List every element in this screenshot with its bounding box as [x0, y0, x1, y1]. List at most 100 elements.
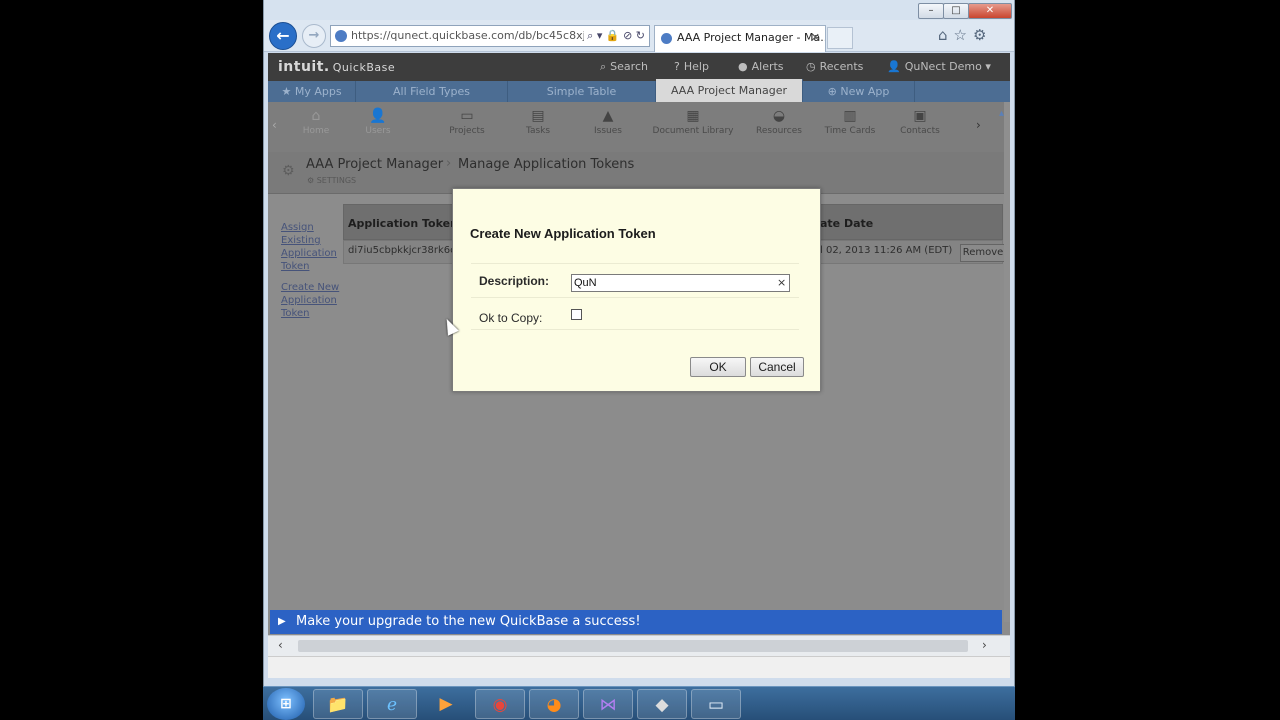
expand-triangle-icon: ▶	[278, 616, 286, 627]
divider	[471, 329, 799, 330]
page-title: Manage Application Tokens	[458, 157, 635, 172]
qb-logo[interactable]: intuit. QuickBase	[278, 59, 395, 75]
cancel-button[interactable]: Cancel	[750, 357, 804, 377]
tab-all-field-types[interactable]: All Field Types	[356, 81, 508, 102]
scroll-left-icon[interactable]: ‹	[278, 638, 283, 652]
home-icon[interactable]: ⌂	[938, 26, 954, 44]
search-icon: ⌕	[600, 60, 607, 73]
plus-circle-icon: ⊕	[827, 85, 837, 98]
back-button[interactable]: ←	[269, 22, 297, 50]
clipboard-icon: ▤	[531, 108, 545, 124]
ok-button[interactable]: OK	[690, 357, 746, 377]
ie-icon[interactable]: ℯ	[367, 689, 417, 719]
media-player-icon[interactable]: ▶	[421, 689, 471, 719]
address-actions[interactable]: ⌕ ▾ 🔒 ⊘ ↻	[584, 26, 645, 46]
address-url: https://qunect.quickbase.com/db/bc45c8xj…	[351, 29, 620, 42]
desktop: – □ ✕ ← → https://qunect.quickbase.com/d…	[0, 0, 1280, 720]
browser-titlebar: – □ ✕	[264, 0, 1014, 20]
tab-my-apps[interactable]: ★ My Apps	[268, 81, 356, 102]
search-icon[interactable]: ⌕	[587, 29, 593, 42]
minimize-button[interactable]: –	[918, 3, 944, 19]
user-icon: 👤	[887, 60, 901, 73]
firefox-icon[interactable]: ◕	[529, 689, 579, 719]
address-bar[interactable]: https://qunect.quickbase.com/db/bc45c8xj…	[330, 25, 650, 47]
tab-simple-table[interactable]: Simple Table	[508, 81, 656, 102]
chevron-right-icon[interactable]: ›	[976, 118, 981, 132]
breadcrumb-settings[interactable]: ⚙ SETTINGS	[307, 176, 356, 185]
star-icon[interactable]: ☆	[954, 26, 973, 44]
table-projects[interactable]: ▭ Projects	[444, 106, 490, 136]
header-date[interactable]: ate Date	[820, 217, 873, 230]
scroll-up-icon: ▴	[999, 108, 1005, 119]
visual-studio-icon[interactable]: ⋈	[583, 689, 633, 719]
table-document-library[interactable]: ▦ Document Library	[648, 106, 738, 136]
tab-aaa-project-manager[interactable]: AAA Project Manager	[656, 79, 803, 102]
app-tabs: ★ My Apps All Field Types Simple Table A…	[268, 79, 1010, 102]
table-tasks[interactable]: ▤ Tasks	[518, 106, 558, 136]
header-application-token[interactable]: Application Token	[348, 217, 458, 230]
maximize-button[interactable]: □	[943, 3, 969, 19]
tab-site-icon	[661, 33, 672, 44]
description-input[interactable]: QuN	[571, 274, 790, 292]
start-button[interactable]: ⊞	[267, 688, 305, 720]
create-token-dialog: Create New Application Token Description…	[452, 188, 821, 392]
new-tab-button[interactable]	[827, 27, 853, 49]
divider	[471, 297, 799, 298]
table-issues[interactable]: ▲ Issues	[588, 106, 628, 136]
clear-input-icon[interactable]: ×	[777, 276, 786, 289]
qb-header: intuit. QuickBase ⌕ Search ? Help ● Alerts ◷…	[268, 53, 1010, 81]
breadcrumb-app[interactable]: AAA Project Manager	[306, 157, 443, 172]
stop-icon[interactable]: ⊘	[623, 29, 632, 42]
table-contacts[interactable]: ▣ Contacts	[896, 106, 944, 136]
table-resources[interactable]: ◒ Resources	[754, 106, 804, 136]
chrome-icon[interactable]: ◉	[475, 689, 525, 719]
gear-icon[interactable]: ⚙	[973, 26, 992, 44]
close-button[interactable]: ✕	[968, 3, 1012, 19]
assign-token-link[interactable]: Assign Existing Application Token	[281, 221, 341, 273]
table-users[interactable]: 👤 Users	[358, 106, 398, 136]
remove-button[interactable]: Remove	[960, 244, 1006, 262]
scroll-thumb[interactable]	[298, 640, 968, 652]
browser-navbar: ← → https://qunect.quickbase.com/db/bc45…	[264, 20, 1014, 52]
alert-icon: ●	[738, 60, 748, 73]
help-icon: ?	[674, 60, 680, 73]
qb-alerts-link[interactable]: ● Alerts	[738, 60, 784, 73]
qb-search-link[interactable]: ⌕ Search	[600, 60, 648, 74]
token-value: di7iu5cbpkkjcr38rk6c	[348, 245, 456, 256]
horizontal-scrollbar[interactable]: ‹ ›	[268, 635, 1010, 656]
timecard-icon: ▥	[843, 108, 857, 124]
scroll-right-icon[interactable]: ›	[982, 638, 987, 652]
divider	[471, 263, 799, 264]
tab-close-icon[interactable]: ✕	[811, 26, 820, 50]
token-actions-nav: Assign Existing Application Token Create…	[281, 221, 341, 328]
home-icon: ⌂	[311, 108, 321, 124]
qb-help-link[interactable]: ? Help	[674, 60, 709, 73]
ok-to-copy-label: Ok to Copy:	[479, 311, 543, 325]
browser-statusbar	[268, 656, 1010, 678]
upgrade-banner[interactable]: ▶ Make your upgrade to the new QuickBase…	[270, 610, 1002, 634]
window-icon[interactable]: ▭	[691, 689, 741, 719]
breadcrumb-separator: ›	[446, 156, 452, 171]
resource-icon: ◒	[772, 108, 786, 124]
qb-recents-link[interactable]: ◷ Recents	[806, 60, 863, 73]
refresh-icon[interactable]: ↻	[636, 29, 645, 42]
explorer-icon[interactable]: 📁	[313, 689, 363, 719]
lock-icon[interactable]: 🔒	[606, 29, 620, 42]
settings-gear-icon: ⚙	[282, 163, 295, 179]
browser-tab-active[interactable]: AAA Project Manager - Ma... ✕	[654, 25, 826, 52]
table-time-cards[interactable]: ▥ Time Cards	[824, 106, 876, 136]
table-bar: ‹ ⌂ Home 👤 Users ▭ Projects ▤ Tasks ▲ Issues …	[268, 102, 1010, 152]
tab-new-app[interactable]: ⊕ New App	[803, 81, 915, 102]
star-icon: ★	[281, 85, 292, 98]
tab-title: AAA Project Manager - Ma...	[677, 31, 826, 44]
app-icon[interactable]: ◆	[637, 689, 687, 719]
create-token-link[interactable]: Create New Application Token	[281, 281, 341, 320]
forward-button[interactable]: →	[302, 24, 326, 48]
arrow-left-icon: ←	[276, 26, 290, 45]
chevron-left-icon[interactable]: ‹	[272, 118, 277, 132]
user-icon: 👤	[369, 108, 387, 124]
ok-to-copy-checkbox[interactable]	[571, 309, 582, 320]
qb-user-menu[interactable]: 👤 QuNect Demo ▾	[887, 60, 991, 73]
vertical-scrollbar[interactable]: ▴	[999, 102, 1010, 622]
table-home[interactable]: ⌂ Home	[296, 106, 336, 136]
